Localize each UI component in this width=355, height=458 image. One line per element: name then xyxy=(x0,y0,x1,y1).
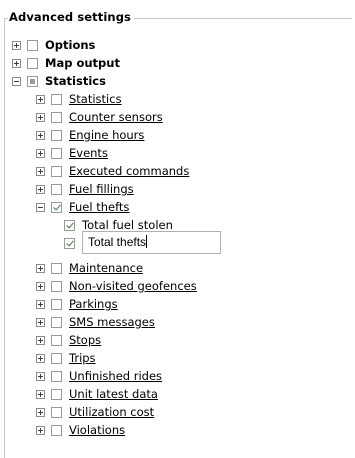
parkings-checkbox[interactable] xyxy=(51,298,62,310)
expand-icon[interactable] xyxy=(36,353,45,363)
statistics-group-checkbox[interactable] xyxy=(27,75,38,87)
tree-item-stops[interactable]: Stops xyxy=(36,331,101,349)
settings-tree: Options Map output Statistics Statistics… xyxy=(0,0,355,447)
tree-item-events[interactable]: Events xyxy=(36,144,108,162)
text-caret xyxy=(146,235,148,248)
utilization-cost-label[interactable]: Utilization cost xyxy=(69,403,154,421)
events-label[interactable]: Events xyxy=(69,144,108,162)
tree-item-statistics-group[interactable]: Statistics xyxy=(12,72,106,90)
collapse-icon[interactable] xyxy=(36,202,45,212)
map-output-label: Map output xyxy=(45,56,120,70)
map-output-checkbox[interactable] xyxy=(27,57,38,69)
tree-item-unfinished-rides[interactable]: Unfinished rides xyxy=(36,367,162,385)
fuel-fillings-label[interactable]: Fuel fillings xyxy=(69,180,134,198)
total-thefts-checkbox[interactable] xyxy=(64,237,75,249)
statistics-group-label: Statistics xyxy=(45,74,106,88)
utilization-cost-checkbox[interactable] xyxy=(51,406,62,418)
unit-latest-data-checkbox[interactable] xyxy=(51,388,62,400)
options-label: Options xyxy=(45,38,96,52)
expand-icon[interactable] xyxy=(36,184,45,194)
expand-icon[interactable] xyxy=(36,299,45,309)
expand-icon[interactable] xyxy=(36,112,45,122)
executed-commands-checkbox[interactable] xyxy=(51,165,62,177)
tree-item-maintenance[interactable]: Maintenance xyxy=(36,259,143,277)
tree-item-fuel-thefts[interactable]: Fuel thefts xyxy=(36,198,129,216)
expand-icon[interactable] xyxy=(36,425,45,435)
expand-icon[interactable] xyxy=(36,371,45,381)
sms-messages-label[interactable]: SMS messages xyxy=(69,313,155,331)
fuel-fillings-checkbox[interactable] xyxy=(51,183,62,195)
collapse-icon[interactable] xyxy=(12,76,21,86)
expand-icon[interactable] xyxy=(36,94,45,104)
tree-item-parkings[interactable]: Parkings xyxy=(36,295,118,313)
expand-icon[interactable] xyxy=(36,317,45,327)
expand-icon[interactable] xyxy=(36,166,45,176)
tree-item-engine-hours[interactable]: Engine hours xyxy=(36,126,144,144)
non-visited-geofences-label[interactable]: Non-visited geofences xyxy=(69,277,197,295)
total-thefts-name-input[interactable]: Total thefts xyxy=(82,231,221,254)
tree-item-map-output[interactable]: Map output xyxy=(12,54,120,72)
trips-label[interactable]: Trips xyxy=(69,349,96,367)
counter-sensors-label[interactable]: Counter sensors xyxy=(69,108,163,126)
expand-icon[interactable] xyxy=(12,40,21,50)
tree-item-violations[interactable]: Violations xyxy=(36,421,125,439)
violations-label[interactable]: Violations xyxy=(69,421,125,439)
expand-icon[interactable] xyxy=(36,281,45,291)
executed-commands-label[interactable]: Executed commands xyxy=(69,162,189,180)
tree-item-non-visited-geofences[interactable]: Non-visited geofences xyxy=(36,277,197,295)
counter-sensors-checkbox[interactable] xyxy=(51,111,62,123)
tree-item-executed-commands[interactable]: Executed commands xyxy=(36,162,189,180)
expand-icon[interactable] xyxy=(36,389,45,399)
tree-item-options[interactable]: Options xyxy=(12,36,95,54)
statistics-checkbox[interactable] xyxy=(51,93,62,105)
unfinished-rides-checkbox[interactable] xyxy=(51,370,62,382)
maintenance-label[interactable]: Maintenance xyxy=(69,259,143,277)
stops-label[interactable]: Stops xyxy=(69,331,101,349)
fuel-thefts-checkbox[interactable] xyxy=(51,201,62,213)
tree-item-total-thefts[interactable] xyxy=(64,234,82,252)
options-checkbox[interactable] xyxy=(27,39,38,51)
tree-item-trips[interactable]: Trips xyxy=(36,349,96,367)
trips-checkbox[interactable] xyxy=(51,352,62,364)
expand-icon[interactable] xyxy=(36,148,45,158)
engine-hours-label[interactable]: Engine hours xyxy=(69,126,144,144)
tree-item-counter-sensors[interactable]: Counter sensors xyxy=(36,108,163,126)
tree-item-fuel-fillings[interactable]: Fuel fillings xyxy=(36,180,134,198)
engine-hours-checkbox[interactable] xyxy=(51,129,62,141)
maintenance-checkbox[interactable] xyxy=(51,262,62,274)
stops-checkbox[interactable] xyxy=(51,334,62,346)
unit-latest-data-label[interactable]: Unit latest data xyxy=(69,385,158,403)
total-thefts-input-text: Total thefts xyxy=(88,235,147,249)
tree-item-utilization-cost[interactable]: Utilization cost xyxy=(36,403,154,421)
expand-icon[interactable] xyxy=(36,407,45,417)
expand-icon[interactable] xyxy=(36,263,45,273)
parkings-label[interactable]: Parkings xyxy=(69,295,118,313)
unfinished-rides-label[interactable]: Unfinished rides xyxy=(69,367,162,385)
non-visited-geofences-checkbox[interactable] xyxy=(51,280,62,292)
fuel-thefts-label[interactable]: Fuel thefts xyxy=(69,198,129,216)
tree-item-unit-latest-data[interactable]: Unit latest data xyxy=(36,385,158,403)
events-checkbox[interactable] xyxy=(51,147,62,159)
expand-icon[interactable] xyxy=(36,130,45,140)
expand-icon[interactable] xyxy=(12,58,21,68)
total-fuel-stolen-checkbox[interactable] xyxy=(64,219,75,231)
expand-icon[interactable] xyxy=(36,335,45,345)
sms-messages-checkbox[interactable] xyxy=(51,316,62,328)
statistics-label[interactable]: Statistics xyxy=(69,90,122,108)
tree-item-statistics[interactable]: Statistics xyxy=(36,90,122,108)
violations-checkbox[interactable] xyxy=(51,424,62,436)
tree-item-sms-messages[interactable]: SMS messages xyxy=(36,313,155,331)
